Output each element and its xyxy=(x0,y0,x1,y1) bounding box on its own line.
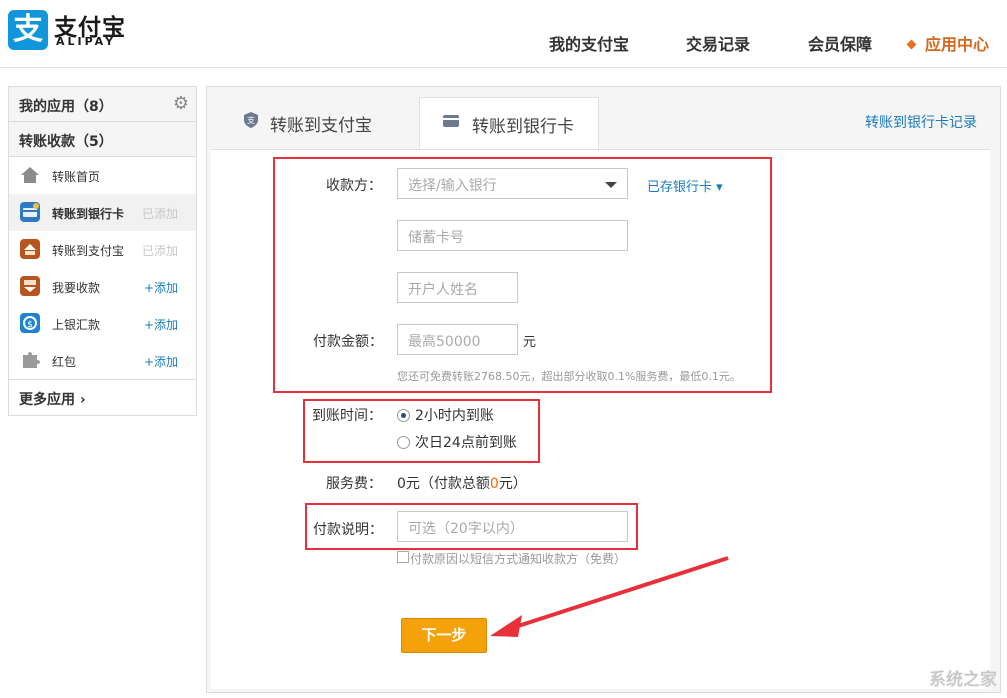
tab-label: 转账到银行卡 xyxy=(472,112,574,137)
nav-app-center-label: 应用中心 xyxy=(925,35,989,54)
next-step-button[interactable]: 下一步 xyxy=(401,618,487,653)
sidebar-item-transfer-alipay[interactable]: 转账到支付宝 已添加 xyxy=(9,231,196,268)
sidebar-item-label: 转账首页 xyxy=(52,168,100,185)
section-label: 转账收款（5） xyxy=(19,131,113,151)
tab-transfer-alipay[interactable]: 支 转账到支付宝 xyxy=(207,97,407,149)
service-fee-label: 服务费： xyxy=(326,473,382,493)
sidebar-item-label: 转账到支付宝 xyxy=(52,242,124,259)
sidebar-item-label: 红包 xyxy=(52,353,76,370)
nav-member-protection[interactable]: 会员保障 xyxy=(808,31,872,55)
sidebar-item-transfer-home[interactable]: 转账首页 xyxy=(9,157,196,194)
puzzle-icon xyxy=(19,349,41,371)
shield-icon: 支 xyxy=(242,111,260,129)
remittance-app-icon: $ xyxy=(19,312,41,334)
chevron-right-icon: › xyxy=(80,392,86,408)
alipay-logo-icon[interactable]: 支 xyxy=(8,10,48,50)
sidebar: 我的应用（8） ⚙ 转账收款（5） 转账首页 转账到银行卡 已添加 转账到支付宝… xyxy=(8,86,197,416)
highlight-box-memo xyxy=(305,503,638,550)
svg-text:$: $ xyxy=(27,320,33,330)
bank-transfer-record-link[interactable]: 转账到银行卡记录 xyxy=(865,112,977,132)
nav-transactions[interactable]: 交易记录 xyxy=(686,31,750,55)
add-app-button[interactable]: +添加 xyxy=(144,316,178,333)
nav-app-center[interactable]: 应用中心 xyxy=(908,31,989,55)
more-apps-link[interactable]: 更多应用 › xyxy=(9,379,196,414)
sidebar-item-label: 我要收款 xyxy=(52,279,100,296)
diamond-icon xyxy=(907,40,917,50)
home-icon xyxy=(19,164,41,186)
header: 支 支付宝 ALIPAY 我的支付宝 交易记录 会员保障 应用中心 xyxy=(0,0,1007,68)
my-apps-label: 我的应用（8） xyxy=(19,96,113,116)
service-fee-value: 0元（付款总额0元） xyxy=(397,473,527,493)
sidebar-item-remittance[interactable]: $ 上银汇款 +添加 xyxy=(9,305,196,342)
sms-notify-label[interactable]: 付款原因以短信方式通知收款方（免费） xyxy=(410,550,626,567)
add-app-button[interactable]: +添加 xyxy=(144,353,178,370)
watermark: 系统之家 xyxy=(929,665,997,690)
receive-money-app-icon xyxy=(19,275,41,297)
more-apps-label: 更多应用 › xyxy=(19,389,86,409)
bank-card-app-icon xyxy=(19,201,41,223)
sidebar-item-bank-card[interactable]: 转账到银行卡 已添加 xyxy=(9,194,196,231)
sidebar-item-label: 转账到银行卡 xyxy=(52,205,124,222)
svg-text:支: 支 xyxy=(247,115,255,125)
sms-notify-checkbox[interactable] xyxy=(397,551,409,563)
added-status: 已添加 xyxy=(142,205,178,222)
sidebar-item-red-envelope[interactable]: 红包 +添加 xyxy=(9,342,196,379)
nav-my-alipay[interactable]: 我的支付宝 xyxy=(549,31,629,55)
tab-label: 转账到支付宝 xyxy=(270,111,372,136)
highlight-box-payee xyxy=(273,157,772,393)
sidebar-item-label: 上银汇款 xyxy=(52,316,100,333)
highlight-box-arrival xyxy=(303,399,540,463)
transfer-alipay-app-icon xyxy=(19,238,41,260)
added-status: 已添加 xyxy=(142,242,178,259)
logo-text-en: ALIPAY xyxy=(56,35,116,48)
section-header: 转账收款（5） xyxy=(9,122,196,157)
gear-icon[interactable]: ⚙ xyxy=(172,95,190,113)
sidebar-item-receive-money[interactable]: 我要收款 +添加 xyxy=(9,268,196,305)
my-apps-header: 我的应用（8） ⚙ xyxy=(9,87,196,122)
add-app-button[interactable]: +添加 xyxy=(144,279,178,296)
tab-transfer-bank-card[interactable]: 转账到银行卡 xyxy=(419,97,599,150)
bank-card-icon xyxy=(442,112,460,130)
fee-total: 0 xyxy=(490,476,499,492)
